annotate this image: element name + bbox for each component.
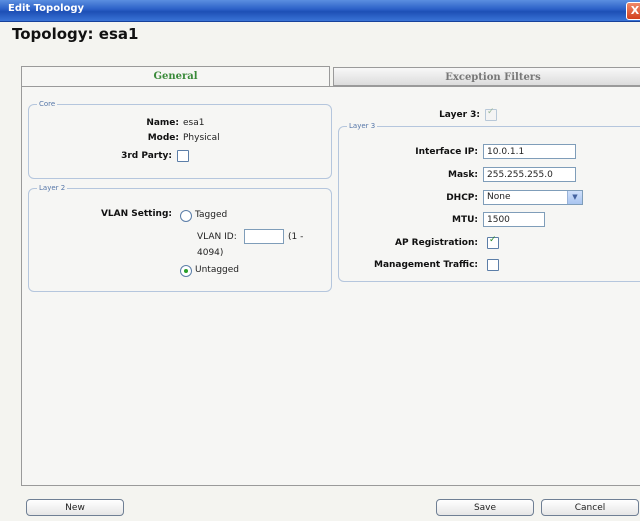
close-icon[interactable]: X: [626, 2, 640, 20]
vlan-range-end: 4094): [197, 248, 224, 258]
mode-label: Mode:: [147, 133, 179, 143]
third-party-checkbox[interactable]: [177, 150, 189, 162]
title-bar[interactable]: Edit Topology X: [0, 0, 640, 22]
layer3-legend: Layer 3: [349, 122, 376, 130]
core-legend: Core: [39, 100, 56, 108]
dhcp-selected-value: None: [487, 192, 511, 202]
chevron-down-icon[interactable]: ▼: [567, 191, 582, 204]
dhcp-select[interactable]: None ▼: [483, 190, 583, 205]
layer2-group: Layer 2: [28, 184, 332, 292]
name-value: esa1: [183, 118, 205, 128]
layer3-toggle-label: Layer 3:: [439, 110, 480, 120]
interface-ip-input[interactable]: 10.0.1.1: [483, 144, 576, 159]
layer3-checkbox[interactable]: [485, 107, 497, 121]
name-label: Name:: [146, 118, 179, 128]
new-button[interactable]: New: [26, 499, 124, 516]
edit-topology-dialog: Edit Topology X Topology: esa1 General E…: [0, 0, 640, 521]
vlan-range-text: (1 -: [288, 232, 304, 242]
tab-exception-filters[interactable]: Exception Filters: [333, 67, 640, 86]
tab-general[interactable]: General: [21, 66, 330, 87]
layer2-legend: Layer 2: [39, 184, 66, 192]
ap-registration-label: AP Registration:: [394, 238, 478, 248]
vlan-setting-label: VLAN Setting:: [100, 209, 172, 219]
dhcp-label: DHCP:: [446, 193, 478, 203]
untagged-label: Untagged: [195, 265, 240, 275]
third-party-label: 3rd Party:: [121, 151, 172, 161]
mtu-label: MTU:: [451, 215, 478, 225]
mtu-input[interactable]: 1500: [483, 212, 545, 227]
page-title: Topology: esa1: [12, 25, 139, 43]
core-group: Core: [28, 100, 332, 179]
window-title: Edit Topology: [8, 3, 85, 14]
tagged-radio[interactable]: [180, 210, 192, 222]
vlan-id-label: VLAN ID:: [197, 232, 237, 242]
mode-value: Physical: [183, 133, 220, 143]
mask-label: Mask:: [448, 170, 478, 180]
vlan-id-input[interactable]: [244, 229, 284, 244]
management-traffic-checkbox[interactable]: [487, 259, 499, 271]
ap-registration-checkbox[interactable]: [487, 235, 499, 249]
save-button[interactable]: Save: [436, 499, 534, 516]
tagged-label: Tagged: [195, 210, 228, 220]
mask-input[interactable]: 255.255.255.0: [483, 167, 576, 182]
untagged-radio[interactable]: [180, 265, 192, 277]
management-traffic-label: Management Traffic:: [373, 260, 478, 270]
cancel-button[interactable]: Cancel: [541, 499, 639, 516]
interface-ip-label: Interface IP:: [415, 147, 478, 157]
